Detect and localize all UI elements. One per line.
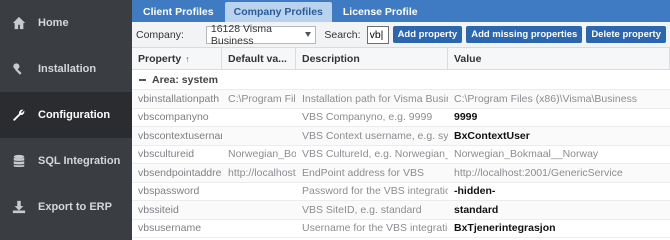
cell-description: EndPoint address for VBS — [302, 166, 424, 179]
cell-value[interactable]: Norwegian_Bokmaal__Norway — [448, 146, 670, 164]
cell-property: vbssiteid — [138, 203, 179, 216]
sidebar-item-home[interactable]: Home — [0, 0, 132, 46]
sidebar-item-label: Home — [38, 17, 69, 29]
cell-default: C:\Program Fil... — [228, 92, 296, 105]
sidebar-item-label: Installation — [38, 63, 97, 75]
sidebar-item-configuration[interactable]: Configuration — [0, 92, 132, 138]
cell-property: vbscompanyno — [138, 111, 209, 124]
tab-license-profile[interactable]: License Profile — [334, 2, 427, 22]
tab-client-profiles[interactable]: Client Profiles — [134, 2, 223, 22]
search-label: Search: — [324, 28, 361, 41]
group-row[interactable]: Area: system — [132, 70, 670, 90]
cell-default — [222, 220, 296, 238]
wrench-icon — [12, 108, 26, 122]
cell-value[interactable]: BxTjenerintegrasjon — [448, 220, 670, 238]
cell-description: VBS CultureId, e.g. Norwegian_Bo... — [302, 148, 448, 161]
cell-description: VBS SiteID, e.g. standard — [302, 203, 422, 216]
table-row[interactable]: vbscompanyno VBS Companyno, e.g. 9999 99… — [132, 109, 670, 127]
download-icon — [12, 200, 26, 214]
chevron-down-icon — [305, 31, 312, 37]
table-row[interactable]: vbssiteid VBS SiteID, e.g. standard stan… — [132, 201, 670, 220]
table-row[interactable]: vbinstallationpath C:\Program Fil... Ins… — [132, 90, 670, 109]
sidebar: Home Installation Configuration SQL Inte… — [0, 0, 132, 240]
company-label: Company: — [136, 28, 184, 41]
main-panel: Client Profiles Company Profiles License… — [132, 0, 670, 240]
sidebar-item-label: SQL Integration — [38, 155, 121, 167]
sidebar-item-sql-integration[interactable]: SQL Integration — [0, 138, 132, 184]
cell-default: Norwegian_Bo... — [228, 148, 296, 161]
group-label: Area: system — [152, 73, 218, 86]
cell-description: VBS Context username, e.g. system — [302, 129, 448, 142]
cell-property: vbspassword — [138, 185, 200, 198]
cell-default — [222, 183, 296, 201]
cell-value[interactable]: 9999 — [448, 109, 670, 127]
add-missing-properties-button[interactable]: Add missing properties — [466, 26, 583, 43]
table-row[interactable]: vbspassword Password for the VBS integra… — [132, 183, 670, 201]
table-row[interactable]: vbsendpointaddress http://localhost... E… — [132, 164, 670, 183]
database-icon — [12, 154, 26, 168]
sort-ascending-icon: ↑ — [185, 53, 190, 64]
cell-description: Installation path for Visma Business... — [302, 92, 448, 105]
sidebar-item-export-to-erp[interactable]: Export to ERP — [0, 184, 132, 230]
collapse-icon[interactable] — [138, 75, 147, 84]
cell-value[interactable]: http://localhost:2001/GenericService — [448, 164, 670, 182]
table-row[interactable]: vbsusername Username for the VBS integra… — [132, 220, 670, 238]
cell-value[interactable]: -hidden- — [448, 183, 670, 201]
tab-company-profiles[interactable]: Company Profiles — [224, 2, 332, 22]
cell-default — [222, 109, 296, 127]
cell-value[interactable]: C:\Program Files (x86)\Visma\Business — [448, 90, 670, 108]
cell-value[interactable]: standard — [448, 201, 670, 219]
wrench-key-icon — [12, 62, 26, 76]
column-header-description[interactable]: Description — [296, 48, 448, 69]
sidebar-item-label: Export to ERP — [38, 201, 112, 213]
column-header-default-value[interactable]: Default va... — [222, 48, 296, 69]
search-input[interactable] — [366, 25, 389, 44]
cell-description: VBS Companyno, e.g. 9999 — [302, 111, 433, 124]
company-select[interactable]: 16128 Visma Business — [205, 22, 317, 47]
add-property-button[interactable]: Add property — [392, 26, 463, 43]
home-icon — [12, 16, 26, 30]
cell-property: vbscultureid — [138, 148, 195, 161]
table-row[interactable]: vbscultureid Norwegian_Bo... VBS Culture… — [132, 146, 670, 164]
delete-property-button[interactable]: Delete property — [586, 26, 666, 43]
cell-property: vbsendpointaddress — [138, 166, 222, 179]
cell-description: Username for the VBS integration ... — [302, 222, 448, 235]
grid-body: vbinstallationpath C:\Program Fil... Ins… — [132, 90, 670, 238]
cell-value[interactable]: BxContextUser — [448, 127, 670, 145]
table-row[interactable]: vbscontextusername VBS Context username,… — [132, 127, 670, 146]
sidebar-item-installation[interactable]: Installation — [0, 46, 132, 92]
cell-default: http://localhost... — [228, 166, 296, 179]
cell-property: vbinstallationpath — [138, 92, 220, 105]
column-header-label: Property — [138, 52, 182, 65]
cell-description: Password for the VBS integration ... — [302, 185, 448, 198]
column-header-property[interactable]: Property ↑ — [132, 48, 222, 69]
toolbar: Company: 16128 Visma Business Search: Ad… — [132, 22, 670, 48]
column-header-value[interactable]: Value — [448, 48, 670, 69]
cell-property: vbsusername — [138, 222, 202, 235]
sidebar-item-label: Configuration — [38, 109, 111, 121]
grid-header: Property ↑ Default va... Description Val… — [132, 48, 670, 70]
cell-default — [222, 127, 296, 145]
tab-bar: Client Profiles Company Profiles License… — [132, 0, 670, 22]
company-select-value: 16128 Visma Business — [210, 22, 272, 47]
cell-property: vbscontextusername — [138, 129, 222, 142]
cell-default — [222, 201, 296, 219]
